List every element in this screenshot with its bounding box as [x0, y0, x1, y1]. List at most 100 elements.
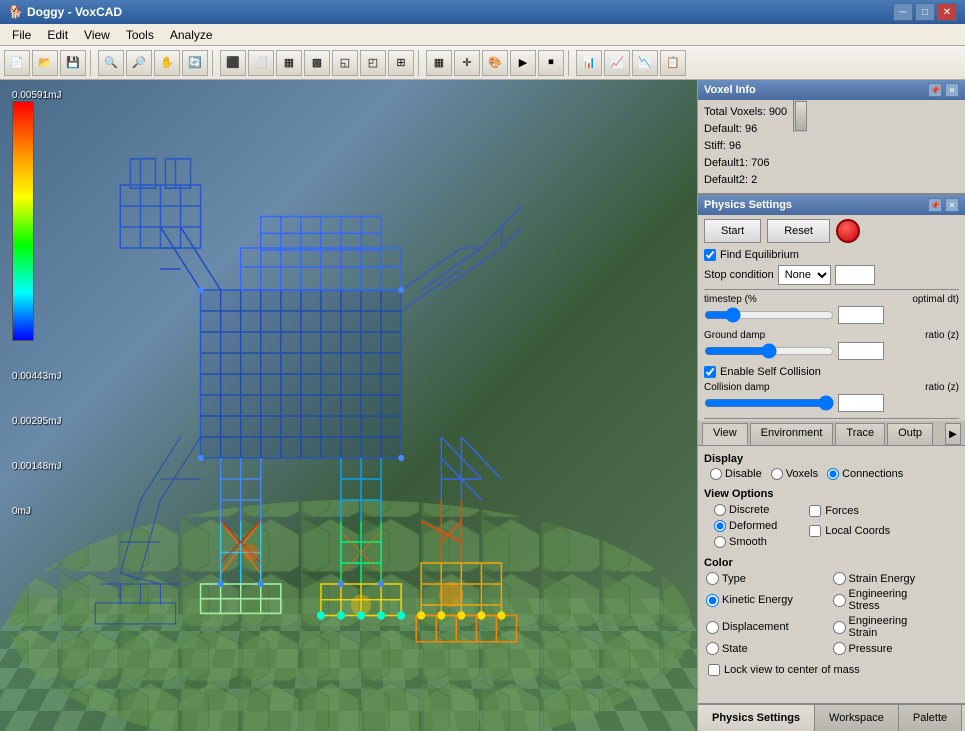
tb-stop[interactable]: ⏹	[538, 50, 564, 76]
color-eng-strain-label: EngineeringStrain	[849, 615, 908, 639]
tb-pan[interactable]: ✋	[154, 50, 180, 76]
timestep-slider[interactable]	[704, 308, 834, 322]
window-controls: ─ □ ✕	[893, 3, 957, 21]
color-pressure-radio[interactable]	[833, 642, 846, 655]
tab-trace[interactable]: Trace	[835, 423, 885, 445]
legend-mid3: 0.00148mJ	[12, 461, 61, 472]
color-type-radio[interactable]	[706, 572, 719, 585]
color-strain-energy-radio[interactable]	[833, 572, 846, 585]
voxel-info-close[interactable]: ✕	[945, 83, 959, 97]
forces-checkbox[interactable]	[809, 505, 821, 517]
maximize-button[interactable]: □	[915, 3, 935, 21]
display-disable-radio[interactable]	[710, 468, 722, 480]
start-button[interactable]: Start	[704, 219, 761, 243]
tab-physics-settings[interactable]: Physics Settings	[698, 705, 815, 731]
color-displacement-radio[interactable]	[706, 621, 719, 634]
tb-view3[interactable]: ▦	[276, 50, 302, 76]
tb-view5[interactable]: ◱	[332, 50, 358, 76]
tb-view6[interactable]: ◰	[360, 50, 386, 76]
self-collision-checkbox[interactable]	[704, 366, 716, 378]
color-eng-strain-row: EngineeringStrain	[833, 614, 958, 640]
tb-zoom-in[interactable]: 🔍	[98, 50, 124, 76]
tb-extra3[interactable]: 📉	[632, 50, 658, 76]
physics-close[interactable]: ✕	[945, 198, 959, 212]
legend-max: 0.00591mJ	[12, 90, 61, 101]
menu-tools[interactable]: Tools	[118, 26, 162, 44]
timestep-value[interactable]: 0.184	[838, 306, 884, 324]
color-displacement-label: Displacement	[722, 621, 789, 633]
timestep-control: 0.184	[704, 306, 959, 324]
tb-axes[interactable]: ✛	[454, 50, 480, 76]
timestep-label: timestep (%	[704, 294, 757, 305]
close-button[interactable]: ✕	[937, 3, 957, 21]
tb-mat[interactable]: 🎨	[482, 50, 508, 76]
ground-damp-label: Ground damp	[704, 330, 765, 341]
color-strain-energy-row: Strain Energy	[833, 571, 958, 586]
tb-rotate[interactable]: 🔄	[182, 50, 208, 76]
view-discrete-row: Discrete	[706, 503, 785, 517]
color-eng-strain-radio[interactable]	[833, 621, 846, 634]
tb-view7[interactable]: ⊞	[388, 50, 414, 76]
record-button[interactable]	[836, 219, 860, 243]
color-state-radio[interactable]	[706, 642, 719, 655]
tb-open[interactable]: 📂	[32, 50, 58, 76]
title-icon: 🐕	[8, 5, 23, 19]
voxel-scroll-thumb[interactable]	[795, 101, 807, 131]
stop-condition-row: Stop condition None	[698, 263, 965, 287]
collision-damp-value[interactable]: 1	[838, 394, 884, 412]
voxel-info-controls: 📌 ✕	[928, 83, 959, 97]
tab-output[interactable]: Outp	[887, 423, 933, 445]
view-smooth-radio[interactable]	[714, 536, 726, 548]
tab-palette[interactable]: Palette	[899, 705, 962, 731]
tab-environment[interactable]: Environment	[750, 423, 834, 445]
tb-extra4[interactable]: 📋	[660, 50, 686, 76]
color-kinetic-radio[interactable]	[706, 594, 719, 607]
viewport[interactable]: 0.00591mJ 0.00443mJ 0.00295mJ 0.00148mJ …	[0, 80, 697, 731]
tb-extra2[interactable]: 📈	[604, 50, 630, 76]
view-discrete-radio[interactable]	[714, 504, 726, 516]
physics-header: Physics Settings 📌 ✕	[698, 195, 965, 215]
tb-zoom-out[interactable]: 🔎	[126, 50, 152, 76]
physics-pin[interactable]: 📌	[928, 198, 942, 212]
color-state-label: State	[722, 643, 748, 655]
lock-view-row: Lock view to center of mass	[702, 662, 961, 678]
toolbar: 📄 📂 💾 🔍 🔎 ✋ 🔄 ⬛ ⬜ ▦ ▩ ◱ ◰ ⊞ ▦ ✛ 🎨 ▶ ⏹ 📊 …	[0, 46, 965, 80]
stop-condition-value[interactable]	[835, 265, 875, 285]
tb-view2[interactable]: ⬜	[248, 50, 274, 76]
find-equilibrium-checkbox[interactable]	[704, 249, 716, 261]
view-tabs: View Environment Trace Outp ▶	[698, 421, 965, 446]
display-connections-radio[interactable]	[827, 468, 839, 480]
menu-view[interactable]: View	[76, 26, 118, 44]
tb-view1[interactable]: ⬛	[220, 50, 246, 76]
forces-label: Forces	[825, 505, 859, 517]
tb-new[interactable]: 📄	[4, 50, 30, 76]
tb-sep3	[418, 50, 422, 76]
stop-condition-select[interactable]: None	[778, 265, 831, 285]
ground-damp-slider[interactable]	[704, 344, 834, 358]
tb-extra1[interactable]: 📊	[576, 50, 602, 76]
lock-view-checkbox[interactable]	[708, 664, 720, 676]
menu-file[interactable]: File	[4, 26, 39, 44]
find-equilibrium-row: Find Equilibrium	[698, 247, 965, 263]
self-collision-label: Enable Self Collision	[720, 366, 821, 378]
collision-damp-slider[interactable]	[704, 396, 834, 410]
self-collision-row: Enable Self Collision	[698, 364, 965, 380]
minimize-button[interactable]: ─	[893, 3, 913, 21]
tb-save[interactable]: 💾	[60, 50, 86, 76]
tab-workspace[interactable]: Workspace	[815, 705, 899, 731]
reset-button[interactable]: Reset	[767, 219, 830, 243]
display-voxels-radio[interactable]	[771, 468, 783, 480]
tb-view4[interactable]: ▩	[304, 50, 330, 76]
tb-sim[interactable]: ▶	[510, 50, 536, 76]
ground-damp-value[interactable]: 000759	[838, 342, 884, 360]
menu-analyze[interactable]: Analyze	[162, 26, 221, 44]
local-coords-checkbox[interactable]	[809, 525, 821, 537]
view-deformed-radio[interactable]	[714, 520, 726, 532]
voxel-info-pin[interactable]: 📌	[928, 83, 942, 97]
tabs-scroll-right[interactable]: ▶	[945, 423, 961, 445]
color-eng-stress-radio[interactable]	[833, 594, 846, 607]
menu-edit[interactable]: Edit	[39, 26, 76, 44]
tb-grid[interactable]: ▦	[426, 50, 452, 76]
tab-view[interactable]: View	[702, 423, 748, 445]
divider1	[704, 289, 959, 290]
